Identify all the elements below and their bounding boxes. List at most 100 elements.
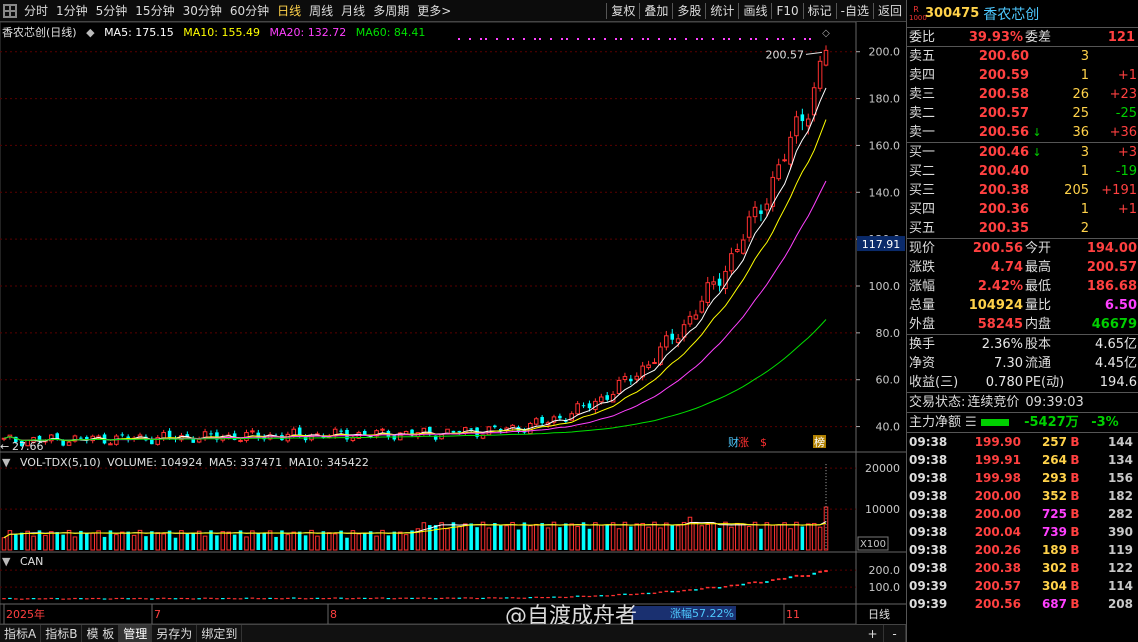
asks-price[interactable]: 200.58	[943, 85, 1029, 104]
period-tab-0[interactable]: 分时	[20, 0, 52, 22]
asks-price[interactable]: 200.56	[943, 123, 1029, 142]
period-tab-9[interactable]: 多周期	[369, 0, 413, 22]
can-bar	[315, 597, 320, 599]
period-tab-10[interactable]: 更多>	[413, 0, 455, 22]
signal-dot	[523, 38, 525, 40]
volume-bar	[232, 534, 237, 550]
can-bar	[232, 598, 237, 600]
candle-body	[350, 437, 356, 441]
volume-bar	[161, 533, 166, 551]
period-tab-1[interactable]: 1分钟	[52, 0, 92, 22]
can-bar	[14, 598, 18, 600]
stock-name[interactable]: 香农芯创	[983, 4, 1039, 24]
asks-row: 卖五 200.60 3	[907, 47, 1138, 66]
tick-count: 182	[1107, 489, 1133, 503]
signal-dot	[615, 38, 617, 40]
indicator-tab-2[interactable]: 模 板	[82, 624, 120, 642]
tool-button-3[interactable]: 统计	[706, 0, 738, 22]
candle-body	[782, 159, 787, 162]
can-bar	[90, 597, 95, 600]
ask-book: 卖五 200.60 3 卖四 200.59 1 +1 卖三 200.58 26 +23 卖二 200.5…	[907, 47, 1138, 142]
can-bar	[132, 598, 136, 600]
zoom-out-button[interactable]: -	[884, 624, 906, 642]
bids-label: 买四	[909, 202, 936, 217]
bids-price[interactable]: 200.38	[943, 181, 1029, 200]
can-collapse-icon[interactable]: ▼	[2, 555, 10, 568]
tick-list[interactable]: 09:38 199.90 257 B 144 09:38 199.91 264 B 134 09:3…	[907, 433, 1138, 613]
signal-dot	[604, 38, 606, 40]
main-net-menu-icon[interactable]: ☰	[965, 413, 977, 432]
tool-button-2[interactable]: 多股	[673, 0, 705, 22]
candle-body	[55, 433, 59, 439]
tool-button-1[interactable]: 叠加	[640, 0, 672, 22]
candle-body	[605, 395, 609, 400]
high-price-arrow	[805, 51, 823, 55]
period-tab-2[interactable]: 5分钟	[92, 0, 132, 22]
fundamental-label: 换手	[909, 337, 936, 352]
period-tab-5[interactable]: 60分钟	[226, 0, 273, 22]
tool-button-7[interactable]: -自选	[837, 0, 873, 22]
zoom-in-button[interactable]: +	[862, 624, 884, 642]
can-bar	[215, 598, 219, 600]
bids-price[interactable]: 200.36	[943, 200, 1029, 219]
indicator-tab-1[interactable]: 指标B	[41, 624, 83, 642]
layout-grid-icon[interactable]	[3, 3, 17, 18]
can-bar	[8, 597, 12, 600]
tick-side: B	[1070, 525, 1080, 539]
can-bar	[664, 590, 669, 593]
tick-volume: 739	[1041, 525, 1067, 539]
volume-bar	[332, 533, 338, 551]
down-arrow-icon	[1029, 219, 1045, 238]
can-bar	[250, 597, 255, 599]
fundamental-label: 流通	[1025, 356, 1052, 371]
bids-volume: 1	[1080, 202, 1089, 217]
bids-price[interactable]: 200.40	[943, 162, 1029, 181]
tick-row: 09:38 199.98 293 B 156	[907, 469, 1138, 487]
can-bar	[640, 592, 645, 595]
can-bar	[451, 597, 456, 599]
period-tab-6[interactable]: 日线	[273, 0, 305, 22]
candle-body	[735, 249, 740, 252]
tool-button-0[interactable]: 复权	[607, 0, 639, 22]
volume-bar	[244, 536, 249, 551]
can-bar	[776, 578, 781, 581]
down-arrow-icon	[1029, 66, 1045, 85]
indicator-tab-3[interactable]: 管理	[119, 624, 153, 642]
quote-row: 总量 104924 量比 6.50	[907, 296, 1138, 315]
volume-bar	[185, 533, 190, 550]
asks-change: +23	[1109, 87, 1137, 102]
asks-price[interactable]: 200.59	[943, 66, 1029, 85]
candle-body	[693, 314, 699, 320]
low-price-label: 27.66	[12, 440, 44, 453]
asks-volume: 25	[1072, 106, 1089, 121]
tick-row: 09:38 200.00 725 B 282	[907, 505, 1138, 523]
kline-chart[interactable]: 200.0180.0160.0140.0120.0100.080.060.040…	[0, 21, 906, 625]
volume-bar	[202, 535, 208, 551]
can-bar	[386, 597, 391, 600]
can-bar	[652, 592, 657, 594]
main-legend-settings-icon[interactable]: ◆	[86, 26, 94, 39]
can-bar	[788, 576, 793, 579]
volume-bar	[144, 536, 148, 550]
indicator-tab-5[interactable]: 绑定到	[197, 624, 243, 642]
bids-price[interactable]: 200.46	[943, 143, 1029, 162]
period-tab-8[interactable]: 月线	[337, 0, 369, 22]
can-bar	[368, 597, 373, 600]
volume-bar	[740, 523, 746, 551]
tool-button-5[interactable]: F10	[772, 0, 802, 22]
period-tab-4[interactable]: 30分钟	[179, 0, 226, 22]
volume-tick-label: 20000	[865, 462, 900, 475]
tool-button-6[interactable]: 标记	[804, 0, 836, 22]
indicator-tab-4[interactable]: 另存为	[152, 624, 198, 642]
can-bar	[357, 597, 361, 599]
period-tab-3[interactable]: 15分钟	[131, 0, 178, 22]
candle-body	[380, 428, 385, 431]
period-tab-7[interactable]: 周线	[305, 0, 337, 22]
tool-button-8[interactable]: 返回	[874, 0, 906, 22]
asks-price[interactable]: 200.60	[943, 47, 1029, 66]
bids-price[interactable]: 200.35	[943, 219, 1029, 238]
indicator-tab-0[interactable]: 指标A	[0, 624, 42, 642]
asks-price[interactable]: 200.57	[943, 104, 1029, 123]
volume-collapse-icon[interactable]: ▼	[2, 456, 10, 469]
tool-button-4[interactable]: 画线	[739, 0, 771, 22]
